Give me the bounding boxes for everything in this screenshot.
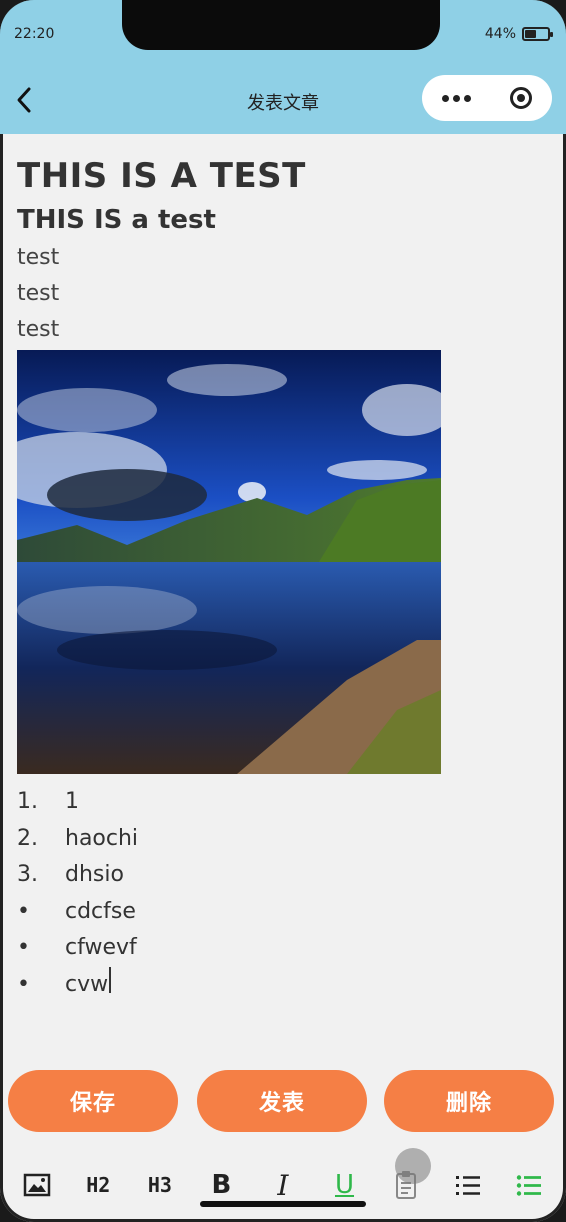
delete-button[interactable]: 删除 <box>384 1070 554 1132</box>
heading-2-button[interactable]: H2 <box>76 1163 120 1207</box>
landscape-photo[interactable] <box>17 350 441 774</box>
battery-percent: 44% <box>484 26 516 42</box>
touch-indicator <box>395 1148 431 1184</box>
navigation-bar: 发表文章 <box>0 66 566 134</box>
bullet-list-item: • cvw <box>17 966 547 1004</box>
ordered-list-item: 2. haochi <box>17 825 139 851</box>
text-cursor <box>109 966 112 993</box>
battery-fill <box>525 30 536 38</box>
home-indicator <box>200 1201 366 1207</box>
action-buttons: 保存 发表 删除 <box>0 1070 566 1132</box>
device-notch <box>122 0 440 50</box>
paragraph: test <box>17 281 60 306</box>
battery-indicator: 44% <box>484 26 553 42</box>
article-heading-2: THIS IS a test <box>17 205 216 235</box>
editor-toolbar: H2 H3 B I U <box>0 1148 566 1222</box>
bullet-list-item: • cdcfse <box>17 898 136 924</box>
save-button[interactable]: 保存 <box>8 1070 178 1132</box>
record-icon[interactable] <box>510 87 533 109</box>
phone-screen: 22:20 44% 发表文章 THIS IS A TEST THIS IS a … <box>0 0 566 1222</box>
ordered-list-button[interactable] <box>446 1163 490 1207</box>
ordered-list-icon <box>455 1176 480 1195</box>
bullet-list-icon <box>516 1175 542 1196</box>
publish-button[interactable]: 发表 <box>197 1070 367 1132</box>
article-list: 1. 1 2. haochi 3. dhsio • cdcfse • cfwevf • cv… <box>17 784 547 1003</box>
article-editor[interactable]: THIS IS A TEST THIS IS a test test test … <box>17 152 547 1003</box>
mini-program-capsule <box>422 75 552 121</box>
paragraph: test <box>17 245 60 270</box>
bullet-list-item: • cfwevf <box>17 935 137 960</box>
ordered-list-item: 3. dhsio <box>17 862 124 887</box>
ordered-list-item: 1. 1 <box>17 789 79 814</box>
article-heading-1: THIS IS A TEST <box>17 156 306 196</box>
status-time: 22:20 <box>14 26 55 42</box>
paragraph: test <box>17 317 60 342</box>
more-dots-icon[interactable] <box>441 94 471 102</box>
insert-image-button[interactable] <box>15 1163 59 1207</box>
bullet-list-button[interactable] <box>507 1163 551 1207</box>
heading-3-button[interactable]: H3 <box>138 1163 182 1207</box>
battery-icon <box>522 27 553 41</box>
image-icon <box>23 1173 51 1197</box>
